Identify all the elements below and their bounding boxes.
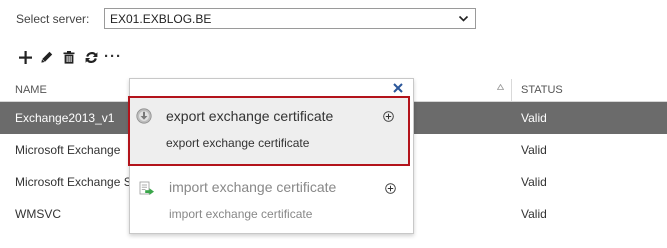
menu-item-import-certificate[interactable]: import exchange certificate import excha…	[131, 171, 412, 235]
cell-name: WMSVC	[15, 207, 61, 221]
server-select-value: EX01.EXBLOG.BE	[110, 11, 212, 26]
cell-status: Valid	[521, 143, 547, 157]
trash-icon	[63, 50, 75, 64]
export-certificate-icon	[136, 108, 152, 124]
server-label: Select server:	[16, 12, 90, 26]
column-header-status[interactable]: STATUS	[521, 84, 563, 96]
more-actions-popup: export exchange certificate export excha…	[128, 78, 414, 235]
plus-icon	[18, 50, 32, 64]
close-icon[interactable]	[393, 83, 403, 93]
import-certificate-icon	[139, 181, 154, 195]
pencil-icon	[41, 51, 53, 63]
server-select[interactable]: EX01.EXBLOG.BE	[104, 8, 476, 29]
cell-name: Microsoft Exchange	[15, 143, 121, 157]
expand-icon[interactable]	[383, 111, 394, 122]
cell-status: Valid	[521, 207, 547, 221]
server-selector-row: Select server: EX01.EXBLOG.BE	[16, 8, 476, 30]
edit-button[interactable]	[36, 47, 58, 67]
more-icon: ···	[104, 48, 122, 65]
cell-name: Microsoft Exchange S	[15, 175, 132, 189]
expand-icon[interactable]	[385, 183, 396, 194]
sort-ascending-icon	[497, 84, 504, 90]
cell-name: Exchange2013_v1	[15, 111, 115, 125]
menu-item-description: import exchange certificate	[169, 207, 313, 221]
more-button[interactable]: ···	[102, 47, 124, 67]
column-header-name[interactable]: NAME	[15, 84, 47, 96]
refresh-button[interactable]	[80, 47, 102, 67]
toolbar: ···	[14, 47, 124, 67]
add-button[interactable]	[14, 47, 36, 67]
menu-item-title: export exchange certificate	[166, 108, 334, 124]
column-divider[interactable]	[511, 79, 512, 101]
delete-button[interactable]	[58, 47, 80, 67]
menu-item-export-certificate[interactable]: export exchange certificate export excha…	[128, 96, 410, 166]
menu-item-title: import exchange certificate	[169, 179, 337, 195]
cell-status: Valid	[521, 175, 547, 189]
menu-item-description: export exchange certificate	[166, 136, 310, 150]
cell-status: Valid	[521, 111, 547, 125]
chevron-down-icon	[458, 15, 469, 22]
refresh-icon	[85, 51, 97, 63]
